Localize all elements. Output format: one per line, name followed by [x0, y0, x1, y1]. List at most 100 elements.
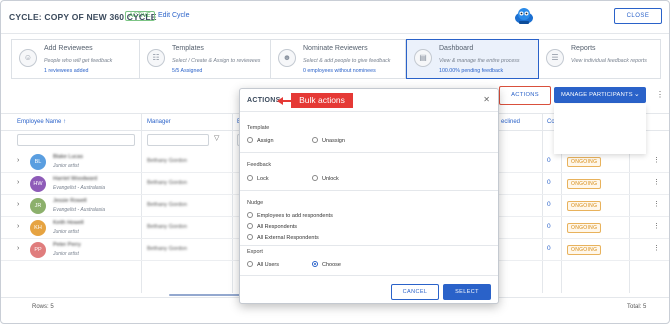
total-count: Total: 5 [627, 304, 647, 310]
employee-name[interactable]: Jessie Rowell [53, 198, 87, 204]
avatar: BL [30, 154, 46, 170]
step-nominate-reviewers[interactable]: ☻ Nominate Reviewers Select & add people… [271, 40, 406, 78]
row-more-icon[interactable]: ⋮ [653, 200, 660, 208]
employee-filter-input[interactable] [17, 134, 135, 146]
employee-role: Junior artist [53, 163, 79, 169]
row-more-icon[interactable]: ⋮ [653, 156, 660, 164]
actions-button[interactable]: ACTIONS [503, 89, 547, 102]
step-reports[interactable]: ☰ Reports View individual feedback repor… [539, 40, 660, 78]
modal-title: ACTIONS [247, 97, 281, 104]
step-subtitle: People who will get feedback [44, 58, 113, 64]
divider [240, 190, 498, 191]
status-badge: ACTIVE [125, 11, 155, 21]
radio-lock[interactable]: Lock [247, 175, 269, 182]
manager-name: Bethany Gordon [147, 202, 188, 208]
status-badge: ONGOING [567, 223, 602, 233]
header: CYCLE: COPY OF NEW 360 CYCLE ACTIVE Edit… [1, 1, 669, 33]
row-more-icon[interactable]: ⋮ [653, 244, 660, 252]
radio-employees-to-add-respondents[interactable]: Employees to add respondents [247, 212, 333, 219]
step-dashboard[interactable]: ▤ Dashboard View & manage the entire pro… [406, 39, 539, 79]
column-header-manager[interactable]: Manager [147, 119, 171, 125]
expand-chevron-icon[interactable]: › [17, 223, 19, 230]
templates-icon: ☷ [147, 49, 165, 67]
row-more-icon[interactable]: ⋮ [653, 222, 660, 230]
step-templates[interactable]: ☷ Templates Select / Create & Assign to … [140, 40, 271, 78]
employee-name[interactable]: Peter Perry [53, 242, 81, 248]
divider [240, 245, 498, 246]
manager-filter-input[interactable] [147, 134, 209, 146]
mascot-logo-icon [515, 8, 533, 24]
close-icon[interactable]: ✕ [483, 95, 490, 104]
step-subtitle: Select / Create & Assign to reviewees [172, 58, 261, 64]
step-subtitle: View & manage the entire process [439, 58, 520, 64]
radio-icon [312, 175, 318, 181]
step-subtitle: Select & add people to give feedback [303, 58, 391, 64]
avatar: HW [30, 176, 46, 192]
edit-cycle-link[interactable]: Edit Cycle [158, 12, 190, 19]
step-title: Reports [571, 45, 596, 52]
radio-unassign[interactable]: Unassign [312, 137, 345, 144]
status-badge: ONGOING [567, 245, 602, 255]
step-title: Templates [172, 45, 204, 52]
section-label-nudge: Nudge [247, 200, 264, 206]
add-user-icon: ☺ [19, 49, 37, 67]
filter-icon[interactable]: ▽ [214, 134, 219, 142]
column-header-declined[interactable]: eclined [501, 119, 520, 125]
divider [240, 111, 498, 112]
cancel-button[interactable]: CANCEL [391, 284, 439, 300]
expand-chevron-icon[interactable]: › [17, 245, 19, 252]
row-more-icon[interactable]: ⋮ [653, 178, 660, 186]
radio-choose[interactable]: Choose [312, 261, 341, 268]
completed-count[interactable]: 0 [547, 179, 551, 186]
radio-assign[interactable]: Assign [247, 137, 274, 144]
manage-participants-label: MANAGE PARTICIPANTS [561, 92, 633, 98]
expand-chevron-icon[interactable]: › [17, 179, 19, 186]
radio-selected-icon [312, 261, 318, 267]
avatar: PP [30, 242, 46, 258]
avatar: KH [30, 220, 46, 236]
section-label-feedback: Feedback [247, 162, 272, 168]
completed-count[interactable]: 0 [547, 223, 551, 230]
header-divider [1, 33, 669, 34]
step-status: 100.00% pending feedback [439, 68, 504, 74]
select-button[interactable]: SELECT [443, 284, 491, 300]
callout-arrow-icon [277, 97, 291, 105]
step-status: 5/5 Assigned [172, 68, 203, 74]
dashboard-icon: ▤ [414, 49, 432, 67]
nominate-icon: ☻ [278, 49, 296, 67]
manager-name: Bethany Gordon [147, 246, 188, 252]
chevron-down-icon: ⌄ [633, 91, 640, 98]
step-add-reviewees[interactable]: ☺ Add Reviewees People who will get feed… [12, 40, 140, 78]
step-status: 1 reviewees added [44, 68, 89, 74]
column-header-employee[interactable]: Employee Name ↑ [17, 119, 66, 125]
status-badge: ONGOING [567, 179, 602, 189]
radio-icon [247, 223, 253, 229]
divider [240, 152, 498, 153]
step-subtitle: View individual feedback reports [571, 58, 647, 64]
manager-name: Bethany Gordon [147, 158, 188, 164]
employee-name[interactable]: Harriet Woodward [53, 176, 97, 182]
completed-count[interactable]: 0 [547, 157, 551, 164]
completed-count[interactable]: 0 [547, 201, 551, 208]
avatar: JR [30, 198, 46, 214]
cycle-steps: ☺ Add Reviewees People who will get feed… [11, 39, 661, 79]
more-options-icon[interactable]: ⋮ [655, 87, 665, 103]
expand-chevron-icon[interactable]: › [17, 201, 19, 208]
radio-all-respondents[interactable]: All Respondents [247, 223, 297, 230]
employee-name[interactable]: Keith Howell [53, 220, 84, 226]
step-title: Nominate Reviewers [303, 45, 368, 52]
radio-all-users[interactable]: All Users [247, 261, 279, 268]
radio-all-external-respondents[interactable]: All External Respondents [247, 234, 319, 241]
employee-role: Junior artist [53, 251, 79, 257]
divider [240, 275, 498, 276]
employee-role: Junior artist [53, 229, 79, 235]
expand-chevron-icon[interactable]: › [17, 157, 19, 164]
manage-participants-button[interactable]: MANAGE PARTICIPANTS ⌄ [554, 87, 646, 103]
close-button[interactable]: CLOSE [614, 8, 662, 24]
radio-unlock[interactable]: Unlock [312, 175, 339, 182]
radio-icon [247, 261, 253, 267]
section-label-export: Export [247, 249, 263, 255]
completed-count[interactable]: 0 [547, 245, 551, 252]
employee-name[interactable]: Blake Lucas [53, 154, 83, 160]
manage-participants-dropdown [554, 104, 646, 154]
